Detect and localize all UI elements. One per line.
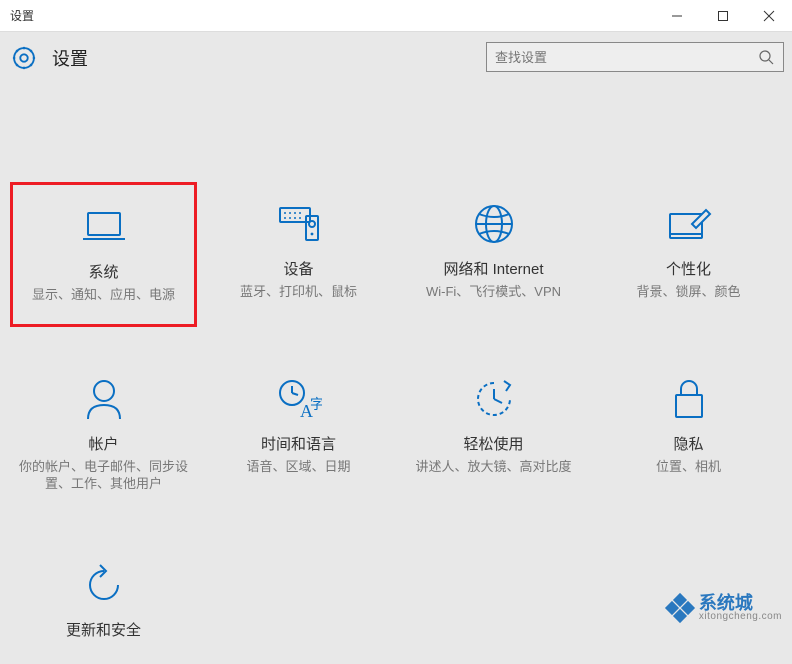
watermark-sub: xitongcheng.com [699,612,782,622]
tile-desc: 背景、锁屏、颜色 [636,283,740,301]
tile-title: 系统 [88,261,118,282]
close-button[interactable] [746,0,792,32]
lock-icon [665,375,713,423]
tile-system[interactable]: 系统 显示、通知、应用、电源 [10,182,197,327]
tile-desc: 显示、通知、应用、电源 [32,286,175,304]
tile-title: 网络和 Internet [443,258,543,279]
personalize-icon [665,200,713,248]
watermark: 系统城 xitongcheng.com [667,594,782,622]
tile-desc: 你的帐户、电子邮件、同步设置、工作、其他用户 [19,458,189,493]
tile-title: 时间和语言 [261,433,336,454]
tile-desc: 讲述人、放大镜、高对比度 [415,458,571,476]
minimize-button[interactable] [654,0,700,32]
tile-title: 轻松使用 [463,433,523,454]
search-icon[interactable] [757,48,775,66]
update-icon [80,561,128,609]
window-title: 设置 [10,7,34,24]
tile-accounts[interactable]: 帐户 你的帐户、电子邮件、同步设置、工作、其他用户 [10,357,197,513]
globe-icon [470,200,518,248]
tile-desc: Wi-Fi、飞行模式、VPN [426,283,561,301]
watermark-text: 系统城 [699,594,782,612]
tile-network[interactable]: 网络和 Internet Wi-Fi、飞行模式、VPN [400,182,587,327]
tile-title: 更新和安全 [66,619,141,640]
tile-ease-of-access[interactable]: 轻松使用 讲述人、放大镜、高对比度 [400,357,587,513]
page-title: 设置 [52,45,88,71]
user-icon [80,375,128,423]
devices-icon [275,200,323,248]
svg-text:字: 字 [310,396,322,412]
tile-title: 个性化 [666,258,711,279]
tile-update-security[interactable]: 更新和安全 [10,543,197,664]
search-box[interactable] [486,42,784,72]
tile-title: 隐私 [673,433,703,454]
search-input[interactable] [495,50,757,65]
tile-time-language[interactable]: A 字 时间和语言 语音、区域、日期 [205,357,392,513]
ease-icon [470,375,518,423]
tile-privacy[interactable]: 隐私 位置、相机 [595,357,782,513]
tile-title: 设备 [283,258,313,279]
time-language-icon: A 字 [275,375,323,423]
maximize-button[interactable] [700,0,746,32]
window-controls [654,0,792,32]
gear-icon [10,44,38,72]
tile-desc: 位置、相机 [656,458,721,476]
tile-desc: 蓝牙、打印机、鼠标 [240,283,357,301]
tile-devices[interactable]: 设备 蓝牙、打印机、鼠标 [205,182,392,327]
watermark-icon [667,595,693,621]
tile-title: 帐户 [88,433,118,454]
tile-desc: 语音、区域、日期 [246,458,350,476]
settings-grid: 系统 显示、通知、应用、电源 设备 蓝牙、打印机、鼠标 网络和 Internet [0,82,792,664]
tile-personalization[interactable]: 个性化 背景、锁屏、颜色 [595,182,782,327]
laptop-icon [80,203,128,251]
